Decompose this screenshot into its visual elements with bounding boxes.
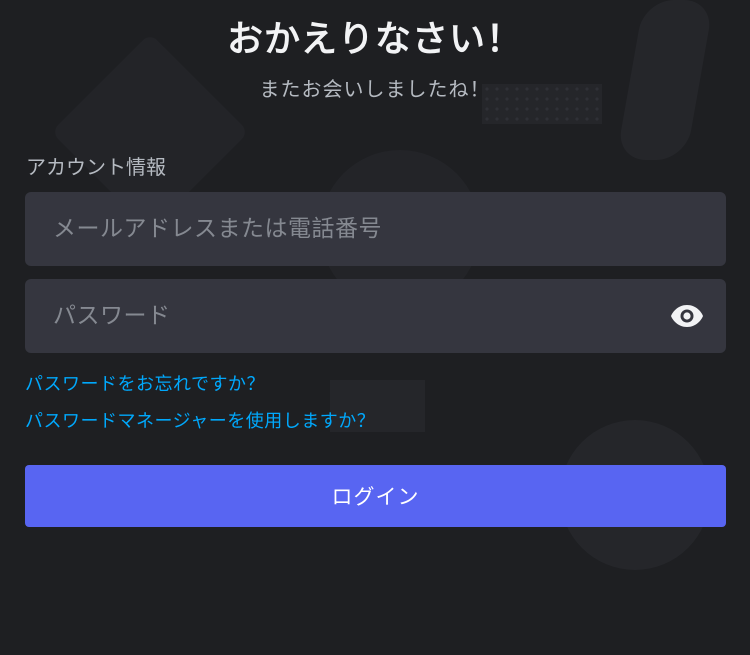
forgot-password-link[interactable]: パスワードをお忘れですか？: [25, 373, 265, 397]
login-button[interactable]: ログイン: [25, 465, 726, 527]
page-title: おかえりなさい！: [226, 19, 523, 60]
eye-icon[interactable]: [670, 299, 704, 333]
email-input[interactable]: [51, 215, 704, 243]
email-field-container: [25, 192, 726, 266]
password-field-container: [25, 279, 726, 353]
password-input[interactable]: [51, 302, 670, 330]
page-subtitle: またお会いしましたね！: [259, 77, 491, 101]
login-form: おかえりなさい！ またお会いしましたね！ アカウント情報 パスワードをお忘れです…: [0, 0, 750, 655]
account-info-label: アカウント情報: [26, 155, 166, 179]
password-manager-link[interactable]: パスワードマネージャーを使用しますか？: [25, 410, 375, 434]
